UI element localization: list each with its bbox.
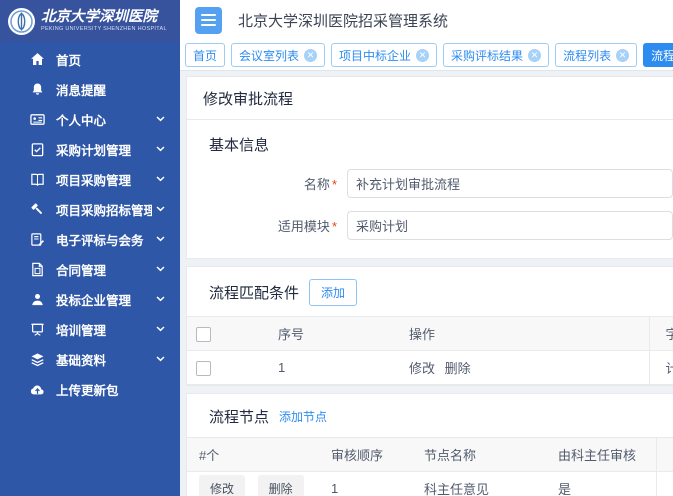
chevron-down-icon [156, 206, 165, 212]
tab-process-list[interactable]: 流程列表 ✕ [555, 43, 637, 67]
column-node-dept-head: 由科主任审核 [546, 438, 656, 472]
document-pen-icon [30, 232, 45, 247]
cloud-upload-icon [30, 382, 45, 397]
node-order: 1 [319, 472, 412, 496]
nodes-header-row: #个 审核顺序 节点名称 由科主任审核 [187, 438, 673, 472]
user-icon [30, 292, 45, 307]
presentation-icon [30, 322, 45, 337]
hospital-name: 北京大学深圳医院 [41, 10, 167, 25]
required-mark: * [332, 177, 337, 192]
sidebar-item-project-bidding[interactable]: 项目采购招标管理 [0, 194, 180, 224]
sidebar-item-training[interactable]: 培训管理 [0, 314, 180, 344]
chevron-down-icon [156, 326, 165, 332]
contract-icon [30, 262, 45, 277]
clipboard-check-icon [30, 142, 45, 157]
basic-info-section-title: 基本信息 [187, 120, 673, 155]
name-field-label: 名称 [304, 177, 330, 192]
sidebar-toggle-button[interactable] [195, 7, 222, 34]
column-seq: 序号 [262, 317, 393, 351]
condition-seq: 1 [262, 351, 393, 385]
bell-icon [30, 82, 45, 97]
close-icon[interactable]: ✕ [416, 49, 429, 62]
nodes-table: #个 审核顺序 节点名称 由科主任审核 修改 删除 1 科主任意见 是 [187, 437, 673, 496]
conditions-card: 流程匹配条件 添加 序号 操作 字 1 修改 删除 [186, 266, 673, 386]
condition-row: 1 修改 删除 计 [187, 351, 673, 385]
nodes-card: 流程节点 添加节点 #个 审核顺序 节点名称 由科主任审核 修改 删除 [186, 393, 673, 496]
close-icon[interactable]: ✕ [528, 49, 541, 62]
hospital-name-en: PEKING UNIVERSITY SHENZHEN HOSPITAL [41, 27, 167, 33]
sidebar-item-messages[interactable]: 消息提醒 [0, 74, 180, 104]
hospital-logo: 北京大学深圳医院 PEKING UNIVERSITY SHENZHEN HOSP… [0, 0, 180, 42]
sidebar-item-upload-package[interactable]: 上传更新包 [0, 374, 180, 404]
column-node-order: 审核顺序 [319, 438, 412, 472]
top-header: 北京大学深圳医院招采管理系统 [180, 0, 673, 40]
sidebar-item-project-procurement[interactable]: 项目采购管理 [0, 164, 180, 194]
module-input[interactable] [347, 211, 673, 240]
tab-winning-bidders[interactable]: 项目中标企业 ✕ [331, 43, 437, 67]
delete-condition-link[interactable]: 删除 [445, 361, 471, 376]
node-dept-head: 是 [546, 472, 656, 496]
name-field-row: 名称* [187, 169, 673, 198]
column-node-name: 节点名称 [412, 438, 546, 472]
main-content: 修改审批流程 基本信息 名称* 适用模块* 流程匹配条件 添加 序号 [180, 71, 673, 496]
sidebar-item-contract[interactable]: 合同管理 [0, 254, 180, 284]
nodes-section-title: 流程节点 [209, 406, 269, 427]
chevron-down-icon [156, 116, 165, 122]
condition-cutoff-value: 计 [649, 351, 673, 385]
sidebar-item-personal-center[interactable]: 个人中心 [0, 104, 180, 134]
open-tabs-bar: 首页 会议室列表 ✕ 项目中标企业 ✕ 采购评标结果 ✕ 流程列表 ✕ 流程 ✕ [180, 40, 673, 71]
sidebar-item-procurement-plan[interactable]: 采购计划管理 [0, 134, 180, 164]
node-name: 科主任意见 [412, 472, 546, 496]
conditions-section-title: 流程匹配条件 [209, 282, 299, 303]
chevron-down-icon [156, 236, 165, 242]
basic-info-form: 名称* 适用模块* [187, 155, 673, 258]
close-icon[interactable]: ✕ [304, 49, 317, 62]
home-icon [30, 52, 45, 67]
module-field-row: 适用模块* [187, 211, 673, 240]
page-title: 修改审批流程 [187, 77, 673, 120]
sidebar-menu: 首页 消息提醒 个人中心 采购计划管理 项目采购管理 [0, 42, 180, 404]
chevron-down-icon [156, 146, 165, 152]
app-title: 北京大学深圳医院招采管理系统 [238, 10, 448, 31]
name-input[interactable] [347, 169, 673, 198]
conditions-header-row: 序号 操作 字 [187, 317, 673, 351]
delete-node-button[interactable]: 删除 [258, 475, 304, 496]
column-cutoff: 字 [649, 317, 673, 351]
sidebar-item-base-data[interactable]: 基础资料 [0, 344, 180, 374]
basic-info-card: 修改审批流程 基本信息 名称* 适用模块* [186, 76, 673, 259]
required-mark: * [332, 219, 337, 234]
hospital-logo-icon [7, 7, 36, 36]
module-field-label: 适用模块 [278, 219, 330, 234]
tab-home[interactable]: 首页 [185, 43, 225, 67]
edit-condition-link[interactable]: 修改 [409, 361, 435, 376]
chevron-down-icon [156, 266, 165, 272]
row-checkbox[interactable] [196, 361, 211, 376]
tab-process[interactable]: 流程 ✕ [643, 43, 673, 67]
sidebar-item-home[interactable]: 首页 [0, 44, 180, 74]
chevron-down-icon [156, 176, 165, 182]
sidebar-item-bidder-management[interactable]: 投标企业管理 [0, 284, 180, 314]
edit-node-button[interactable]: 修改 [199, 475, 245, 496]
select-all-checkbox[interactable] [196, 327, 211, 342]
layers-icon [30, 352, 45, 367]
tab-meeting-room-list[interactable]: 会议室列表 ✕ [231, 43, 325, 67]
book-icon [30, 172, 45, 187]
close-icon[interactable]: ✕ [616, 49, 629, 62]
add-condition-button[interactable]: 添加 [309, 279, 357, 306]
chevron-down-icon [156, 296, 165, 302]
gavel-icon [30, 202, 45, 217]
id-card-icon [30, 112, 45, 127]
tab-evaluation-results[interactable]: 采购评标结果 ✕ [443, 43, 549, 67]
add-node-link[interactable]: 添加节点 [279, 408, 327, 425]
sidebar: 北京大学深圳医院 PEKING UNIVERSITY SHENZHEN HOSP… [0, 0, 180, 496]
conditions-table: 序号 操作 字 1 修改 删除 计 [187, 316, 673, 385]
chevron-down-icon [156, 356, 165, 362]
column-node-ops: #个 [187, 438, 319, 472]
column-actions: 操作 [393, 317, 649, 351]
sidebar-item-e-evaluation[interactable]: 电子评标与会务 [0, 224, 180, 254]
node-row: 修改 删除 1 科主任意见 是 [187, 472, 673, 496]
